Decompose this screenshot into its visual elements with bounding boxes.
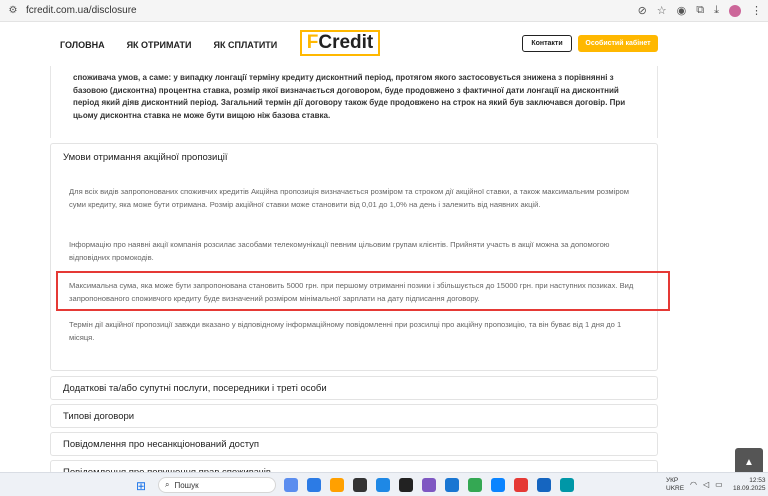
promo-accordion: Умови отримання акційної пропозиції Для …	[50, 143, 658, 371]
extension-icon[interactable]: ◉	[677, 4, 687, 17]
app-icon[interactable]	[422, 478, 436, 492]
highlight-box	[56, 271, 670, 311]
puzzle-icon[interactable]: ⧉	[696, 4, 704, 17]
app-icon[interactable]	[399, 478, 413, 492]
site-settings-icon[interactable]: ⚙	[6, 4, 20, 18]
promo-paragraph: Інформацію про наявні акції компанія роз…	[69, 240, 610, 262]
accordion-item-unauthorized-access[interactable]: Повідомлення про несанкціонований доступ	[50, 432, 658, 456]
accordion-item-contracts[interactable]: Типові договори	[50, 404, 658, 428]
folder-icon[interactable]	[330, 478, 344, 492]
input-language[interactable]: УКР UKRE	[666, 477, 684, 493]
taskbar-apps	[284, 478, 574, 492]
promo-accordion-title[interactable]: Умови отримання акційної пропозиції	[51, 144, 657, 171]
main-nav: ГОЛОВНА ЯК ОТРИМАТИ ЯК СПЛАТИТИ	[60, 40, 277, 50]
contacts-button[interactable]: Контакти	[522, 35, 572, 52]
promo-paragraph: Термін дії акційної пропозиції завжди вк…	[69, 320, 622, 342]
logo[interactable]: F Credit	[300, 30, 380, 56]
chevron-up-icon: ▲	[744, 456, 754, 468]
promo-paragraph: Для всіх видів запропонованих споживчих …	[69, 187, 630, 209]
system-tray: ◠ ◁ ▭	[690, 480, 723, 489]
browser-toolbar: ⊘ ☆ ◉ ⧉ ⤓ ⋮	[638, 4, 762, 17]
app-icon[interactable]	[353, 478, 367, 492]
volume-icon[interactable]: ◁	[703, 480, 709, 489]
url-text[interactable]: fcredit.com.ua/disclosure	[26, 5, 632, 16]
windows-start-icon[interactable]: ⊞	[136, 479, 146, 493]
nav-item-how-to-get[interactable]: ЯК ОТРИМАТИ	[127, 40, 192, 50]
chrome-icon[interactable]	[468, 478, 482, 492]
personal-cabinet-button[interactable]: Особистий кабінет	[578, 35, 658, 52]
clock[interactable]: 12:53 18.09.2025	[733, 477, 766, 493]
eye-off-icon[interactable]: ⊘	[638, 4, 647, 17]
menu-icon[interactable]: ⋮	[751, 4, 762, 17]
star-icon[interactable]: ☆	[657, 4, 667, 17]
nav-item-home[interactable]: ГОЛОВНА	[60, 40, 105, 50]
accordion-item-services[interactable]: Додаткові та/або супутні послуги, посере…	[50, 376, 658, 400]
nav-item-how-to-pay[interactable]: ЯК СПЛАТИТИ	[214, 40, 278, 50]
intro-section: споживача умов, а саме: у випадку лонгац…	[50, 66, 658, 138]
site-header: ГОЛОВНА ЯК ОТРИМАТИ ЯК СПЛАТИТИ F Credit …	[0, 22, 768, 66]
browser-address-bar: ⚙ fcredit.com.ua/disclosure ⊘ ☆ ◉ ⧉ ⤓ ⋮	[0, 0, 768, 22]
battery-icon[interactable]: ▭	[715, 480, 723, 489]
app-icon[interactable]	[491, 478, 505, 492]
app-icon[interactable]	[284, 478, 298, 492]
avatar[interactable]	[729, 4, 741, 17]
search-icon: ⌕	[165, 480, 170, 489]
intro-text: споживача умов, а саме: у випадку лонгац…	[50, 66, 658, 138]
download-icon[interactable]: ⤓	[714, 4, 719, 17]
wifi-icon[interactable]: ◠	[690, 480, 697, 489]
taskbar-search[interactable]: ⌕ Пошук	[158, 477, 276, 493]
app-icon[interactable]	[376, 478, 390, 492]
app-icon[interactable]	[307, 478, 321, 492]
opera-icon[interactable]	[514, 478, 528, 492]
taskbar: ⊞ ⌕ Пошук УКР UKRE ◠ ◁ ▭ 12:53 18.09.2025	[0, 472, 768, 496]
app-icon[interactable]	[560, 478, 574, 492]
app-icon[interactable]	[445, 478, 459, 492]
app-icon[interactable]	[537, 478, 551, 492]
